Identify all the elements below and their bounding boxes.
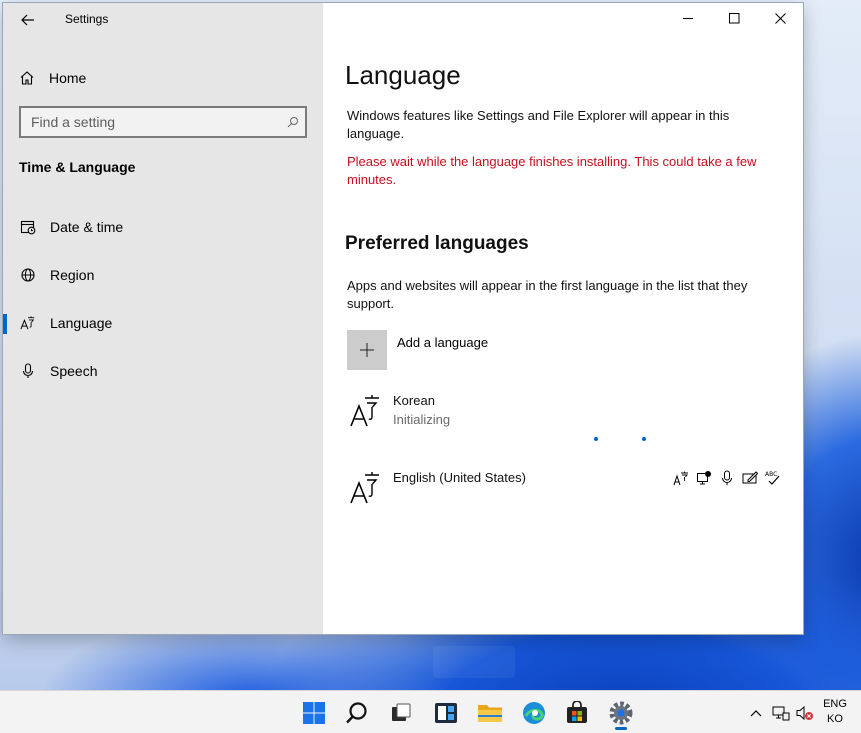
sidebar-item-label: Language: [50, 315, 113, 331]
add-language-label: Add a language: [397, 335, 489, 350]
progress-dot: [642, 437, 646, 441]
close-icon: [774, 12, 786, 24]
sidebar-item-label: Date & time: [50, 219, 124, 235]
search-icon[interactable]: [281, 116, 305, 128]
search-input[interactable]: [31, 114, 281, 130]
task-view-icon: [392, 703, 411, 721]
sidebar-item-region[interactable]: Region: [3, 257, 323, 293]
volume-button[interactable]: [794, 691, 816, 733]
window-controls: [665, 3, 803, 33]
sidebar-item-date-time[interactable]: Date & time: [3, 209, 323, 245]
search-icon: [346, 702, 367, 724]
close-button[interactable]: [757, 3, 803, 33]
start-button[interactable]: [294, 695, 334, 731]
maximize-icon: [728, 12, 739, 23]
progress-dot: [594, 437, 598, 441]
task-view-button[interactable]: [381, 695, 421, 731]
back-button[interactable]: [13, 6, 43, 34]
network-icon: [772, 706, 790, 720]
main-content: Language Windows features like Settings …: [323, 3, 803, 634]
home-icon: [19, 70, 35, 86]
volume-muted-icon: [796, 705, 813, 720]
add-language-button[interactable]: Add a language: [347, 330, 488, 370]
spell-check-icon: ABC: [765, 470, 781, 486]
plus-icon: [347, 330, 387, 370]
search-box: [19, 106, 307, 138]
widgets-button[interactable]: [426, 695, 466, 731]
show-hidden-icons-button[interactable]: [746, 691, 766, 733]
sidebar-item-home[interactable]: Home: [19, 63, 309, 93]
language-icon: [349, 393, 381, 429]
edge-icon: [523, 702, 545, 724]
preferred-languages-description: Apps and websites will appear in the fir…: [347, 278, 748, 311]
language-icon: [349, 470, 381, 506]
maximize-button[interactable]: [711, 3, 757, 33]
text-to-speech-icon: [696, 470, 712, 486]
sidebar-item-language[interactable]: Language: [3, 305, 323, 341]
sidebar-item-speech[interactable]: Speech: [3, 353, 323, 389]
sidebar-item-label: Speech: [50, 363, 98, 379]
install-warning: Please wait while the language finishes …: [347, 154, 757, 187]
language-name: Korean: [393, 393, 435, 408]
globe-icon: [20, 267, 36, 283]
chevron-up-icon: [750, 709, 762, 716]
sidebar-item-label: Home: [49, 70, 87, 86]
sidebar-section-title: Time & Language: [19, 159, 136, 175]
ime-layout: KO: [827, 713, 843, 725]
desktop-ghost-shape: [433, 646, 515, 678]
language-item-korean[interactable]: Korean Initializing: [349, 393, 789, 441]
handwriting-icon: [742, 470, 758, 486]
calendar-clock-icon: [20, 219, 36, 235]
ime-language: ENG: [823, 698, 847, 710]
start-icon: [303, 702, 325, 724]
window-title: Settings: [65, 12, 109, 26]
language-item-english[interactable]: English (United States) ABC: [349, 470, 789, 518]
language-name: English (United States): [393, 470, 526, 485]
file-explorer-button[interactable]: [470, 695, 510, 731]
network-button[interactable]: [770, 691, 792, 733]
taskbar: ENG KO: [0, 690, 861, 733]
widgets-icon: [435, 703, 457, 723]
speech-recognition-icon: [719, 470, 735, 486]
language-status: Initializing: [393, 412, 451, 427]
svg-text:ABC: ABC: [765, 471, 777, 478]
page-title: Language: [345, 60, 461, 90]
settings-window: Settings Home Time & Language Date & tim…: [3, 3, 803, 634]
taskbar-search-button[interactable]: [337, 695, 377, 731]
settings-button[interactable]: [601, 695, 641, 731]
edge-button[interactable]: [514, 695, 554, 731]
store-button[interactable]: [557, 695, 597, 731]
store-icon: [567, 701, 587, 723]
display-language-icon: [673, 470, 689, 486]
sidebar: Settings Home Time & Language Date & tim…: [3, 3, 323, 634]
language-icon: [20, 315, 36, 331]
file-explorer-icon: [478, 705, 502, 722]
input-indicator[interactable]: ENG KO: [818, 697, 852, 727]
microphone-icon: [20, 363, 36, 379]
sidebar-item-label: Region: [50, 267, 95, 283]
back-arrow-icon: [21, 14, 34, 26]
minimize-button[interactable]: [665, 3, 711, 33]
settings-icon: [609, 701, 633, 725]
language-description: Windows features like Settings and File …: [347, 108, 730, 141]
minimize-icon: [682, 17, 693, 19]
preferred-languages-heading: Preferred languages: [345, 233, 529, 254]
language-features: ABC: [673, 470, 781, 486]
